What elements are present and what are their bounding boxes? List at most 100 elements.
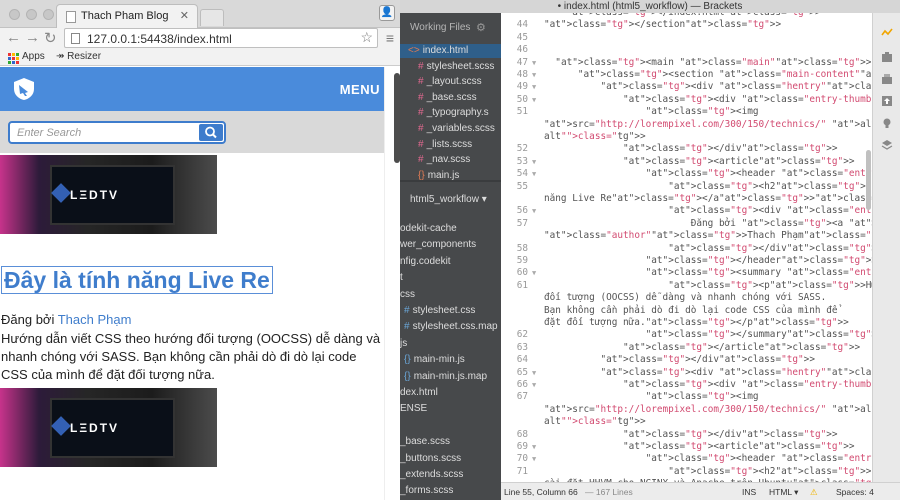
bookmark-apps[interactable]: Apps bbox=[22, 51, 45, 62]
line-number: 46 bbox=[516, 44, 528, 56]
fold-arrow-icon[interactable]: ▼ bbox=[532, 94, 536, 106]
author-link[interactable]: Thach Phạm bbox=[58, 312, 132, 327]
project-tree-item[interactable]: nfig.codekit bbox=[400, 256, 451, 267]
language-select[interactable]: HTML ▾ bbox=[769, 487, 798, 498]
project-dropdown[interactable]: html5_workflow ▾ bbox=[410, 194, 487, 205]
bookmarks-bar: Apps ↠ Resizer bbox=[0, 49, 400, 66]
hash-icon: # bbox=[404, 321, 410, 333]
project-tree-item[interactable]: css bbox=[400, 289, 415, 300]
live-preview-icon[interactable] bbox=[881, 27, 893, 39]
project-tree-item[interactable]: {} main-min.js bbox=[404, 354, 465, 365]
fold-arrow-icon[interactable]: ▼ bbox=[532, 453, 536, 465]
code-line: 53 ▼ "at">class="tg"><article"at">class="… bbox=[501, 156, 872, 168]
line-number: 50 bbox=[516, 93, 528, 105]
close-tab-icon[interactable]: ✕ bbox=[180, 9, 189, 22]
code-text: "at">class="tg"><p"at">class="tg">>Hướng… bbox=[668, 279, 872, 291]
working-file-item[interactable]: # _lists.scss bbox=[400, 138, 501, 152]
project-tree-item[interactable]: wer_components bbox=[400, 239, 476, 250]
code-text: đặt đối tượng nữa."at">class="tg"></p"at… bbox=[544, 317, 849, 328]
working-file-item[interactable]: # _typography.s bbox=[400, 106, 501, 120]
working-file-item[interactable]: # stylesheet.scss bbox=[400, 60, 501, 74]
gear-icon[interactable]: ⚙ bbox=[476, 21, 486, 34]
site-logo-icon[interactable] bbox=[12, 77, 36, 101]
zoom-window-button[interactable] bbox=[43, 9, 54, 20]
insert-mode[interactable]: INS bbox=[742, 487, 756, 497]
code-scroll-thumb[interactable] bbox=[866, 150, 871, 210]
working-file-item[interactable]: # _variables.scss bbox=[400, 122, 501, 136]
line-number: 62 bbox=[516, 329, 528, 341]
fold-arrow-icon[interactable]: ▼ bbox=[532, 379, 536, 391]
line-number: 51 bbox=[516, 106, 528, 118]
project-tree-item[interactable]: _buttons.scss bbox=[400, 453, 461, 464]
project-tree-item[interactable]: {} main-min.js.map bbox=[404, 371, 487, 382]
search-bar: Enter Search bbox=[0, 111, 384, 153]
fold-arrow-icon[interactable]: ▼ bbox=[532, 205, 536, 217]
code-text: alt"">class="tg">> bbox=[544, 131, 646, 142]
project-tree-label: _buttons.scss bbox=[400, 452, 462, 464]
profile-icon[interactable]: 👤 bbox=[379, 5, 395, 21]
project-tree-item[interactable]: # stylesheet.css.map bbox=[404, 321, 498, 332]
new-tab-button[interactable] bbox=[200, 9, 224, 26]
extension-manager-icon[interactable] bbox=[881, 51, 893, 63]
menu-button[interactable]: MENU bbox=[340, 82, 380, 97]
files-icon[interactable] bbox=[881, 73, 893, 85]
indent-setting[interactable]: Spaces: 4 bbox=[836, 487, 874, 497]
browser-menu-icon[interactable]: ≡ bbox=[386, 30, 394, 46]
working-file-item[interactable]: <> index.html bbox=[400, 44, 501, 58]
fold-arrow-icon[interactable]: ▼ bbox=[532, 168, 536, 180]
project-tree-item[interactable]: _extends.scss bbox=[400, 469, 463, 480]
working-file-item[interactable]: # _nav.scss bbox=[400, 153, 501, 167]
warning-icon[interactable]: ⚠ bbox=[810, 487, 818, 498]
reload-icon[interactable]: ↻ bbox=[44, 29, 57, 47]
bookmark-star-icon[interactable]: ☆ bbox=[360, 29, 373, 46]
code-icon: <> bbox=[408, 45, 420, 56]
fold-arrow-icon[interactable]: ▼ bbox=[532, 57, 536, 69]
lightbulb-icon[interactable] bbox=[881, 117, 893, 129]
project-tree-item[interactable]: t bbox=[400, 272, 403, 283]
line-number: 71 bbox=[516, 465, 528, 477]
fold-arrow-icon[interactable]: ▼ bbox=[532, 81, 536, 93]
apps-grid-icon[interactable] bbox=[8, 53, 19, 64]
project-tree-item[interactable]: _base.scss bbox=[400, 436, 450, 447]
project-tree-item[interactable]: dex.html bbox=[400, 387, 438, 398]
working-file-item[interactable]: # _base.scss bbox=[400, 91, 501, 105]
bookmark-resizer[interactable]: ↠ Resizer bbox=[56, 51, 101, 62]
browser-tab[interactable]: Thach Pham Blog ✕ bbox=[56, 4, 198, 28]
project-tree-label: odekit-cache bbox=[400, 223, 457, 234]
byline-prefix: Đăng bởi bbox=[1, 312, 58, 327]
layers-icon[interactable] bbox=[881, 139, 893, 151]
brackets-editor: • index.html (html5_workflow) — Brackets… bbox=[400, 0, 900, 500]
fold-arrow-icon[interactable]: ▼ bbox=[532, 267, 536, 279]
search-input[interactable]: Enter Search bbox=[8, 121, 226, 144]
upload-icon[interactable] bbox=[881, 95, 893, 107]
close-window-button[interactable] bbox=[9, 9, 20, 20]
code-line: "at">src="http://lorempixel.com/300/150/… bbox=[501, 119, 872, 131]
forward-icon[interactable]: → bbox=[25, 29, 40, 46]
code-text: "at">class="tg"><h2"at">class="tg">>"at"… bbox=[668, 465, 872, 477]
search-button[interactable] bbox=[199, 124, 223, 141]
project-tree-item[interactable]: _forms.scss bbox=[400, 485, 453, 496]
hash-icon: # bbox=[404, 305, 410, 316]
fold-arrow-icon[interactable]: ▼ bbox=[532, 441, 536, 453]
working-file-label: _variables.scss bbox=[426, 123, 495, 134]
back-icon[interactable]: ← bbox=[6, 29, 21, 46]
project-tree-item[interactable]: odekit-cache bbox=[400, 223, 457, 234]
code-text: "at">class="author""at">class="tg">>Thac… bbox=[544, 230, 872, 242]
working-file-item[interactable]: # _layout.scss bbox=[400, 75, 501, 89]
post-title-link[interactable]: Đây là tính năng Live Re bbox=[1, 266, 273, 294]
fold-arrow-icon[interactable]: ▼ bbox=[532, 367, 536, 379]
code-editor[interactable]: "at">class="tg"></index.html"at">class="… bbox=[501, 13, 872, 482]
minimize-window-button[interactable] bbox=[26, 9, 37, 20]
fold-arrow-icon[interactable]: ▼ bbox=[532, 69, 536, 81]
project-tree-item[interactable]: # stylesheet.css bbox=[404, 305, 475, 316]
project-tree-item[interactable]: js bbox=[400, 338, 407, 349]
hash-icon: # bbox=[418, 76, 424, 88]
code-line: 57 Đăng bởi "at">class="tg"><a "at">href… bbox=[501, 218, 872, 230]
address-bar[interactable]: 127.0.0.1:54438/index.html ☆ bbox=[64, 28, 378, 48]
project-tree-item[interactable]: ENSE bbox=[400, 403, 427, 414]
project-tree-label: main-min.js.map bbox=[413, 370, 488, 382]
code-line: đối tượng (OOCSS) dễ dàng và nhanh chóng… bbox=[501, 292, 872, 304]
working-file-label: _base.scss bbox=[426, 91, 477, 103]
fold-arrow-icon[interactable]: ▼ bbox=[532, 156, 536, 168]
braces-icon: {} bbox=[404, 370, 411, 382]
